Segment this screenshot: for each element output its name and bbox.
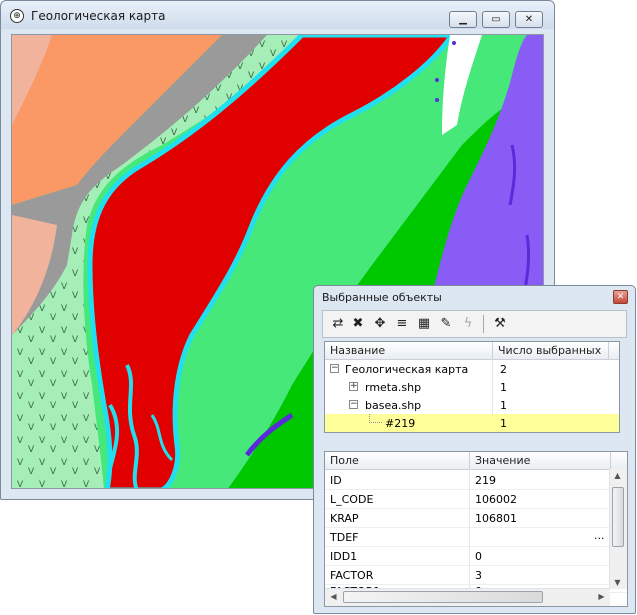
tools-icon[interactable]: ⚒ (491, 315, 509, 333)
minimize-button[interactable]: ▁ (449, 11, 477, 28)
tree-item-count: 2 (500, 363, 507, 376)
vertical-scroll-thumb[interactable] (612, 487, 624, 547)
tree-item-label: #219 (385, 417, 416, 430)
property-value: 3 (475, 569, 482, 582)
tree-item-label: Геологическая карта (345, 363, 469, 376)
map-point (452, 41, 456, 45)
property-field: TDEF (330, 531, 359, 544)
tree-row-selected-object[interactable]: #219 1 (325, 414, 619, 432)
tree-item-count: 1 (500, 399, 507, 412)
column-divider (469, 452, 470, 469)
map-point (435, 78, 439, 82)
property-row[interactable]: KRAP 106801 (325, 508, 627, 528)
tree-connector (369, 414, 382, 423)
selected-objects-close-button[interactable]: ✕ (613, 290, 628, 304)
property-field: ID (330, 474, 342, 487)
column-divider (608, 342, 609, 359)
clear-selection-icon[interactable]: ✖ (349, 315, 367, 333)
column-divider (610, 452, 611, 469)
property-value: 106801 (475, 512, 517, 525)
scroll-down-icon[interactable]: ▼ (610, 578, 625, 587)
tree-header: Название Число выбранных (325, 342, 619, 360)
tree-row-rmeta[interactable]: + rmeta.shp 1 (325, 378, 619, 396)
property-field: L_CODE (330, 493, 374, 506)
collapse-icon[interactable]: − (349, 400, 358, 409)
selected-objects-title[interactable]: Выбранные объекты (322, 291, 442, 304)
column-header-value[interactable]: Значение (475, 454, 530, 467)
column-header-count[interactable]: Число выбранных (498, 344, 601, 357)
property-field: FACTOR (330, 569, 374, 582)
zoom-to-icon[interactable]: ≡ (393, 315, 411, 333)
scroll-right-icon[interactable]: ▶ (594, 592, 609, 601)
tree-item-count: 1 (500, 381, 507, 394)
property-value: 219 (475, 474, 496, 487)
property-row[interactable]: TDEF ... (325, 527, 627, 547)
globe-icon: ⊕ (10, 9, 24, 23)
selected-objects-window: Выбранные объекты ✕ ⇄ ✖ ✥ ≡ ▦ ✎ ϟ ⚒ Назв… (313, 285, 636, 614)
pan-to-icon[interactable]: ✥ (371, 315, 389, 333)
property-row[interactable]: ID 219 (325, 470, 627, 490)
column-header-name[interactable]: Название (330, 344, 385, 357)
map-window-titlebar[interactable]: ⊕ Геологическая карта ▁ ▭ ✕ (1, 1, 554, 29)
tree-row-basea[interactable]: − basea.shp 1 (325, 396, 619, 414)
property-row[interactable]: L_CODE 106002 (325, 489, 627, 509)
map-point (435, 98, 439, 102)
horizontal-scrollbar[interactable]: ◀ ▶ (325, 588, 610, 606)
tree-item-label: rmeta.shp (365, 381, 422, 394)
tree-row-map[interactable]: − Геологическая карта 2 (325, 360, 619, 378)
edit-ellipsis-button[interactable]: ... (594, 529, 605, 542)
selection-toolbar: ⇄ ✖ ✥ ≡ ▦ ✎ ϟ ⚒ (322, 310, 627, 338)
horizontal-scroll-thumb[interactable] (343, 591, 543, 603)
selection-tree[interactable]: Название Число выбранных − Геологическая… (324, 341, 620, 433)
property-value: 106002 (475, 493, 517, 506)
collapse-icon[interactable]: − (330, 364, 339, 373)
toolbar-separator (483, 315, 484, 333)
property-row[interactable]: IDD1 0 (325, 546, 627, 566)
properties-header: Поле Значение (325, 452, 627, 470)
properties-grid[interactable]: Поле Значение ID 219 L_CODE 106002 KRAP … (324, 451, 628, 607)
refresh-icon[interactable]: ⇄ (329, 315, 347, 333)
vertical-scrollbar[interactable]: ▲ ▼ (609, 469, 627, 589)
tree-item-label: basea.shp (365, 399, 422, 412)
column-divider (492, 342, 493, 359)
property-field: IDD1 (330, 550, 358, 563)
table-icon[interactable]: ▦ (415, 315, 433, 333)
map-window-title: Геологическая карта (31, 9, 166, 23)
maximize-button[interactable]: ▭ (482, 11, 510, 28)
expand-icon[interactable]: + (349, 382, 358, 391)
flash-icon[interactable]: ϟ (459, 315, 477, 333)
brush-icon[interactable]: ✎ (437, 315, 455, 333)
scroll-left-icon[interactable]: ◀ (326, 592, 341, 601)
column-header-field[interactable]: Поле (330, 454, 359, 467)
scroll-up-icon[interactable]: ▲ (610, 471, 625, 480)
close-button[interactable]: ✕ (515, 11, 543, 28)
property-row[interactable]: FACTOR 3 (325, 565, 627, 585)
tree-item-count: 1 (500, 417, 507, 430)
property-value: 0 (475, 550, 482, 563)
property-field: KRAP (330, 512, 359, 525)
